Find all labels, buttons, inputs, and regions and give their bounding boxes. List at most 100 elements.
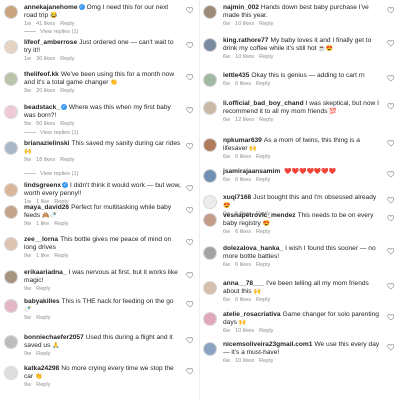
like-count[interactable]: 18 likes	[36, 157, 55, 163]
avatar[interactable]	[203, 195, 217, 209]
reply-button[interactable]: Reply	[256, 177, 270, 183]
comment-username[interactable]: maya_david26	[24, 204, 69, 211]
view-replies-link[interactable]: View replies (1)	[24, 171, 78, 178]
like-heart-icon[interactable]	[186, 184, 194, 192]
reply-button[interactable]: Reply	[60, 157, 74, 163]
avatar[interactable]	[4, 141, 18, 155]
reply-button[interactable]: Reply	[60, 21, 74, 27]
reply-button[interactable]: Reply	[54, 221, 68, 227]
like-heart-icon[interactable]	[186, 6, 194, 14]
like-count[interactable]: 10 likes	[235, 54, 254, 60]
avatar[interactable]	[203, 101, 217, 115]
comment-username[interactable]: thelifeof.kk	[24, 71, 59, 78]
comment-username[interactable]: li.official_bad_boy_chand	[223, 100, 304, 107]
like-count[interactable]: 6 likes	[235, 154, 251, 160]
reply-button[interactable]: Reply	[256, 262, 270, 268]
like-count[interactable]: 10 likes	[235, 358, 254, 364]
like-count[interactable]: 1 like	[36, 221, 49, 227]
like-heart-icon[interactable]	[387, 139, 395, 147]
like-heart-icon[interactable]	[186, 41, 194, 49]
reply-button[interactable]: Reply	[36, 315, 50, 321]
avatar[interactable]	[203, 342, 217, 356]
comment-username[interactable]: bonniechaefer2057	[24, 334, 84, 341]
comment-username[interactable]: katka24298	[24, 365, 59, 372]
comment-username[interactable]: anna__78___	[223, 280, 264, 287]
comment-username[interactable]: lifeof_amberrose	[24, 39, 77, 46]
like-count[interactable]: 1 like	[36, 253, 49, 259]
reply-button[interactable]: Reply	[256, 81, 270, 87]
reply-button[interactable]: Reply	[60, 88, 74, 94]
like-count[interactable]: 30 likes	[36, 56, 55, 62]
like-count[interactable]: 10 likes	[235, 328, 254, 334]
comment-username[interactable]: vesnapetrovic_mendez	[223, 212, 296, 219]
reply-button[interactable]: Reply	[36, 286, 50, 292]
like-heart-icon[interactable]	[387, 6, 395, 14]
like-count[interactable]: 12 likes	[235, 117, 254, 123]
reply-button[interactable]: Reply	[259, 21, 273, 27]
comment-username[interactable]: king.rathore77	[223, 37, 268, 44]
like-heart-icon[interactable]	[387, 282, 395, 290]
reply-button[interactable]: Reply	[36, 351, 50, 357]
reply-button[interactable]: Reply	[36, 382, 50, 388]
like-heart-icon[interactable]	[387, 102, 395, 110]
avatar[interactable]	[4, 237, 18, 251]
avatar[interactable]	[203, 138, 217, 152]
avatar[interactable]	[203, 281, 217, 295]
comment-username[interactable]: najmin_002	[223, 4, 259, 11]
comment-username[interactable]: brianazielinski	[24, 140, 69, 147]
like-count[interactable]: 20 likes	[36, 88, 55, 94]
like-heart-icon[interactable]	[186, 300, 194, 308]
comment-username[interactable]: lindsgreenx	[24, 182, 61, 189]
reply-button[interactable]: Reply	[259, 117, 273, 123]
comment-username[interactable]: zee__lorna	[24, 236, 58, 243]
reply-button[interactable]: Reply	[60, 56, 74, 62]
reply-button[interactable]: Reply	[54, 253, 68, 259]
comment-username[interactable]: dolezalova_hanka_	[223, 245, 283, 252]
comment-username[interactable]: lettle435	[223, 72, 249, 79]
like-count[interactable]: 10 likes	[235, 21, 254, 27]
reply-button[interactable]: Reply	[259, 328, 273, 334]
view-replies-link[interactable]: View replies (1)	[24, 130, 78, 137]
comment-username[interactable]: beadstack_	[24, 104, 60, 111]
avatar[interactable]	[4, 5, 18, 19]
like-heart-icon[interactable]	[387, 196, 395, 204]
like-count[interactable]: 6 likes	[235, 81, 251, 87]
reply-button[interactable]: Reply	[256, 297, 270, 303]
like-count[interactable]: 6 likes	[235, 229, 251, 235]
avatar[interactable]	[4, 183, 18, 197]
comment-username[interactable]: nicemsoliveira23gmail.com1	[223, 341, 312, 348]
avatar[interactable]	[203, 169, 217, 183]
like-heart-icon[interactable]	[387, 74, 395, 82]
like-count[interactable]: 6 likes	[235, 297, 251, 303]
like-heart-icon[interactable]	[387, 214, 395, 222]
avatar[interactable]	[4, 40, 18, 54]
avatar[interactable]	[4, 205, 18, 219]
avatar[interactable]	[203, 213, 217, 227]
like-count[interactable]: 41 likes	[36, 21, 55, 27]
reply-button[interactable]: Reply	[259, 54, 273, 60]
like-heart-icon[interactable]	[387, 39, 395, 47]
comment-username[interactable]: xuqi7168	[223, 194, 251, 201]
like-heart-icon[interactable]	[186, 73, 194, 81]
avatar[interactable]	[203, 38, 217, 52]
avatar[interactable]	[4, 72, 18, 86]
like-heart-icon[interactable]	[186, 271, 194, 279]
like-heart-icon[interactable]	[186, 142, 194, 150]
view-replies-link[interactable]: View replies (1)	[24, 29, 78, 36]
like-heart-icon[interactable]	[387, 313, 395, 321]
avatar[interactable]	[4, 105, 18, 119]
avatar[interactable]	[4, 299, 18, 313]
reply-button[interactable]: Reply	[256, 154, 270, 160]
avatar[interactable]	[4, 366, 18, 380]
like-count[interactable]: 50 likes	[36, 121, 55, 127]
avatar[interactable]	[203, 246, 217, 260]
avatar[interactable]	[203, 73, 217, 87]
avatar[interactable]	[203, 312, 217, 326]
like-heart-icon[interactable]	[186, 367, 194, 375]
like-heart-icon[interactable]	[186, 238, 194, 246]
like-heart-icon[interactable]	[387, 343, 395, 351]
comment-username[interactable]: erikaariadna_	[24, 269, 67, 276]
like-heart-icon[interactable]	[387, 170, 395, 178]
comment-username[interactable]: annekajanehome	[24, 4, 78, 11]
like-count[interactable]: 6 likes	[235, 177, 251, 183]
